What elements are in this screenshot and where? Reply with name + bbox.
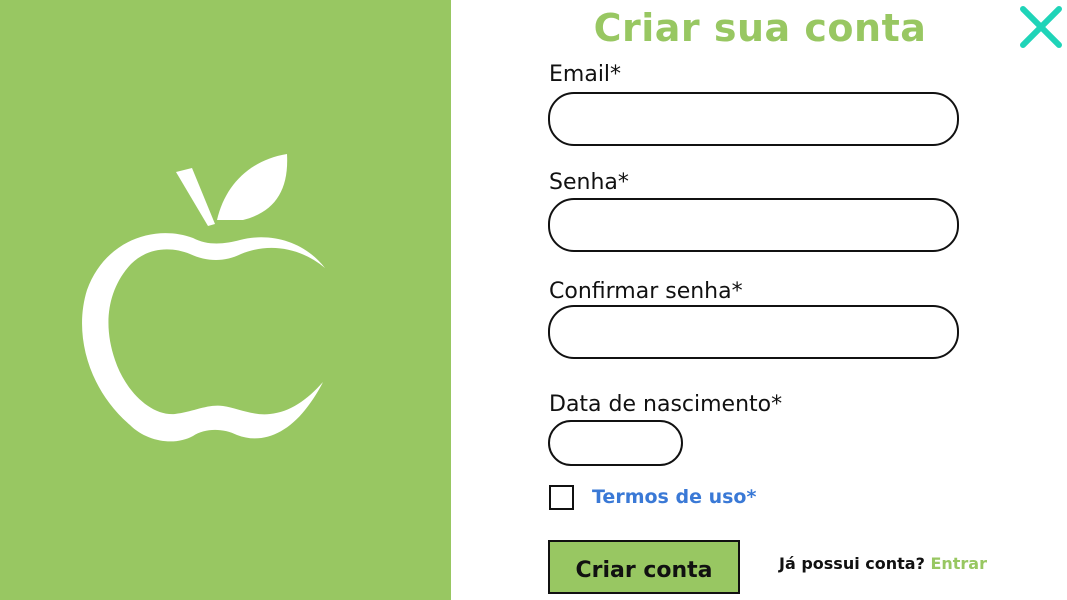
confirm-password-field[interactable] [548,305,959,359]
close-icon [1020,6,1062,48]
apple-icon [82,154,326,442]
terms-checkbox[interactable] [549,485,574,510]
login-prompt-text: Já possui conta? [779,554,925,573]
terms-link[interactable]: Termos de uso* [592,486,756,508]
login-link[interactable]: Entrar [930,554,987,573]
close-button[interactable] [1018,4,1064,50]
email-label: Email* [549,62,622,87]
confirm-password-label: Confirmar senha* [549,279,743,304]
login-prompt: Já possui conta? Entrar [779,554,987,573]
password-label: Senha* [549,170,629,195]
password-field[interactable] [548,198,959,252]
birthdate-field[interactable] [548,420,683,466]
birthdate-label: Data de nascimento* [549,392,783,417]
create-account-button[interactable]: Criar conta [548,540,740,594]
email-field[interactable] [548,92,959,146]
brand-panel [0,0,451,600]
page-title: Criar sua conta [593,6,927,50]
